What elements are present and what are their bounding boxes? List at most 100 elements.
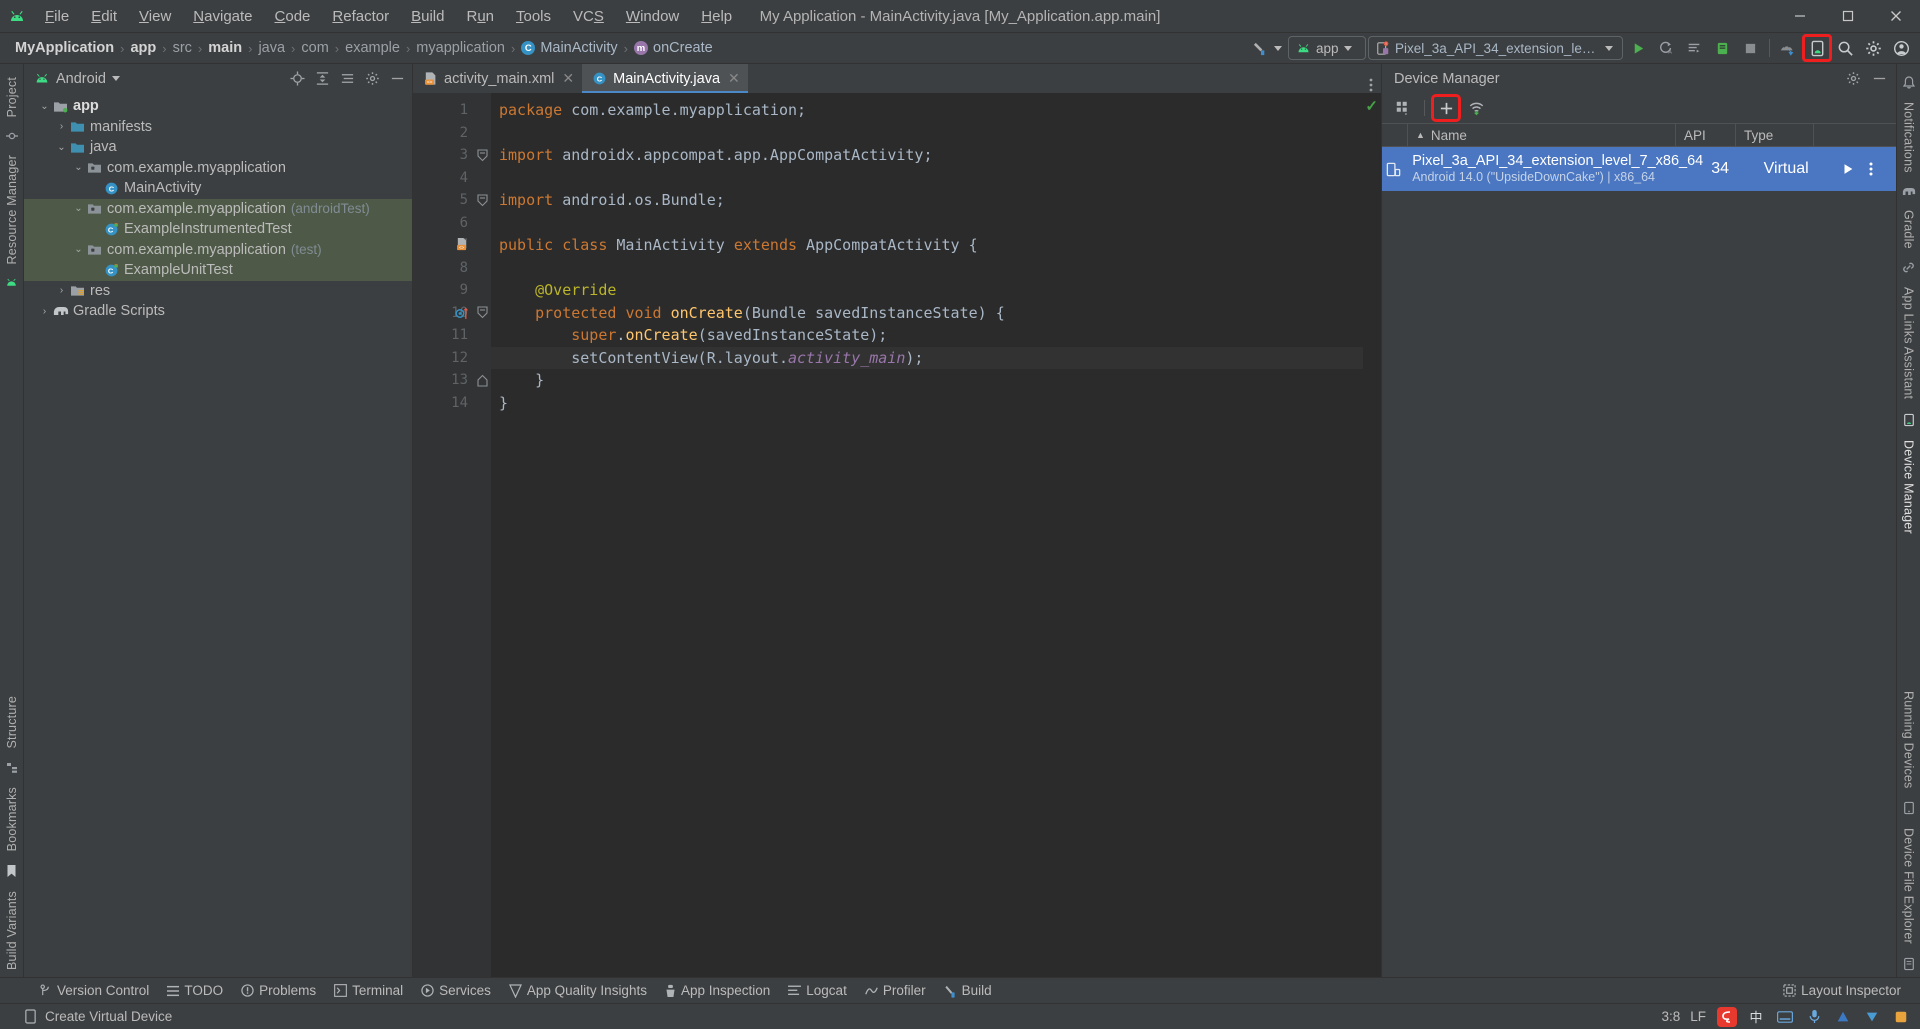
device-manager-hide-button[interactable] bbox=[1868, 69, 1890, 89]
chevron-down-icon[interactable]: ⌄ bbox=[37, 101, 52, 112]
rail-item-build-variants[interactable]: Build Variants bbox=[2, 884, 22, 977]
menu-item-window[interactable]: Window bbox=[615, 5, 690, 28]
add-device-button[interactable] bbox=[1431, 94, 1461, 122]
rail-item-app-links-assistant[interactable]: App Links Assistant bbox=[1899, 280, 1919, 406]
breadcrumb-item-oncreate[interactable]: m onCreate bbox=[629, 38, 718, 58]
tree-node-com-example-myapplication[interactable]: ⌄ com.example.myapplication (test) bbox=[24, 239, 412, 260]
breadcrumb-item-src[interactable]: src bbox=[168, 38, 197, 58]
device-table-header-name[interactable]: ▲ Name bbox=[1408, 123, 1676, 147]
project-settings-button[interactable] bbox=[361, 69, 383, 89]
hide-panel-button[interactable] bbox=[386, 69, 408, 89]
notifications-bell-icon[interactable] bbox=[1902, 70, 1915, 95]
expand-all-button[interactable] bbox=[311, 69, 333, 89]
breadcrumb-item-com[interactable]: com bbox=[296, 38, 333, 58]
app-links-icon[interactable] bbox=[1902, 255, 1915, 280]
stop-button[interactable] bbox=[1737, 36, 1763, 60]
tree-node-exampleinstrumentedtest[interactable]: C ExampleInstrumentedTest bbox=[24, 219, 412, 240]
rail-item-device-file-explorer[interactable]: Device File Explorer bbox=[1899, 821, 1919, 951]
account-button[interactable] bbox=[1888, 36, 1914, 60]
chevron-down-icon[interactable]: ⌄ bbox=[71, 203, 86, 214]
profile-button[interactable] bbox=[1709, 36, 1735, 60]
breadcrumb-item-myapplication[interactable]: MyApplication bbox=[10, 38, 119, 58]
caret-position[interactable]: 3:8 bbox=[1661, 1009, 1680, 1024]
breadcrumb-item-mainactivity[interactable]: C MainActivity bbox=[516, 38, 622, 58]
menu-item-help[interactable]: Help bbox=[690, 5, 743, 28]
tree-node-manifests[interactable]: › manifests bbox=[24, 117, 412, 138]
structure-icon[interactable] bbox=[6, 756, 18, 780]
tree-node-com-example-myapplication[interactable]: ⌄ com.example.myapplication (androidTest) bbox=[24, 198, 412, 219]
ime-chinese-icon[interactable]: 中 bbox=[1745, 1006, 1767, 1028]
menu-item-file[interactable]: File bbox=[34, 5, 80, 28]
bottom-item-build[interactable]: Build bbox=[935, 980, 1001, 1001]
bottom-item-terminal[interactable]: Terminal bbox=[325, 980, 412, 1001]
launch-device-button[interactable] bbox=[1841, 162, 1855, 176]
gradle-elephant-icon[interactable] bbox=[1902, 180, 1916, 203]
editor-tab-mainactivity-java[interactable]: C MainActivity.java ✕ bbox=[582, 64, 748, 93]
device-category-button[interactable] bbox=[1390, 96, 1416, 120]
ime-tray-1-icon[interactable] bbox=[1861, 1006, 1883, 1028]
rail-item-notifications[interactable]: Notifications bbox=[1899, 95, 1919, 180]
select-opened-file-button[interactable] bbox=[286, 69, 308, 89]
settings-button[interactable] bbox=[1860, 36, 1886, 60]
chevron-right-icon[interactable]: › bbox=[54, 121, 69, 132]
tree-node-com-example-myapplication[interactable]: ⌄ com.example.myapplication bbox=[24, 158, 412, 179]
menu-item-navigate[interactable]: Navigate bbox=[182, 5, 263, 28]
bottom-item-todo[interactable]: TODO bbox=[158, 980, 232, 1001]
tree-node-mainactivity[interactable]: C MainActivity bbox=[24, 178, 412, 199]
bottom-item-version-control[interactable]: Version Control bbox=[30, 980, 158, 1001]
table-row[interactable]: Pixel_3a_API_34_extension_level_7_x86_64… bbox=[1382, 147, 1896, 191]
run-with-coverage-button[interactable] bbox=[1681, 36, 1707, 60]
search-button[interactable] bbox=[1832, 36, 1858, 60]
menu-item-tools[interactable]: Tools bbox=[505, 5, 562, 28]
pair-wifi-button[interactable] bbox=[1463, 96, 1489, 120]
run-button[interactable] bbox=[1625, 36, 1651, 60]
device-manager-settings-button[interactable] bbox=[1842, 69, 1864, 89]
project-view-selector-label[interactable]: Android bbox=[56, 71, 106, 87]
bottom-item-services[interactable]: Services bbox=[412, 980, 500, 1001]
inspection-widget[interactable]: ✓ bbox=[1363, 93, 1381, 977]
rail-item-device-manager[interactable]: Device Manager bbox=[1899, 433, 1919, 541]
overflow-menu-button[interactable] bbox=[1869, 161, 1873, 177]
tree-node-gradle-scripts[interactable]: › Gradle Scripts bbox=[24, 301, 412, 322]
chevron-down-icon[interactable] bbox=[111, 76, 120, 81]
chevron-down-icon[interactable]: ⌄ bbox=[71, 162, 86, 173]
menu-item-refactor[interactable]: Refactor bbox=[321, 5, 400, 28]
close-tab-icon[interactable]: ✕ bbox=[562, 70, 574, 87]
fold-marker[interactable] bbox=[473, 189, 491, 212]
ime-keyboard-icon[interactable] bbox=[1774, 1006, 1796, 1028]
collapse-all-button[interactable] bbox=[336, 69, 358, 89]
breadcrumb-item-example[interactable]: example bbox=[340, 38, 405, 58]
code-content[interactable]: package com.example.myapplication; impor… bbox=[491, 93, 1363, 977]
bottom-item-problems[interactable]: Problems bbox=[232, 980, 325, 1001]
code-editor[interactable]: 1234567<>891011121314 package com.exampl… bbox=[413, 93, 1381, 977]
tree-node-app[interactable]: ⌄ app bbox=[24, 96, 412, 117]
fold-marker[interactable] bbox=[473, 369, 491, 392]
ime-logo-icon[interactable] bbox=[1716, 1006, 1738, 1028]
chevron-down-icon[interactable]: ⌄ bbox=[71, 244, 86, 255]
tree-node-exampleunittest[interactable]: C ExampleUnitTest bbox=[24, 260, 412, 281]
close-button[interactable] bbox=[1872, 0, 1920, 33]
maximize-button[interactable] bbox=[1824, 0, 1872, 33]
module-selector[interactable]: app bbox=[1288, 36, 1366, 60]
device-manager-button[interactable] bbox=[1802, 34, 1832, 62]
device-file-explorer-icon[interactable] bbox=[1903, 951, 1915, 977]
ime-mic-icon[interactable] bbox=[1803, 1006, 1825, 1028]
breadcrumb-item-app[interactable]: app bbox=[125, 38, 161, 58]
breadcrumb-item-main[interactable]: main bbox=[203, 38, 247, 58]
bottom-item-profiler[interactable]: Profiler bbox=[856, 980, 935, 1001]
breadcrumb-item-java[interactable]: java bbox=[253, 38, 290, 58]
fold-marker[interactable] bbox=[473, 144, 491, 167]
chevron-down-icon[interactable]: ⌄ bbox=[54, 142, 69, 153]
bottom-item-logcat[interactable]: Logcat bbox=[779, 980, 856, 1001]
rail-item-resource-manager[interactable]: Resource Manager bbox=[2, 148, 22, 272]
menu-item-vcs[interactable]: VCS bbox=[562, 5, 615, 28]
line-separator[interactable]: LF bbox=[1690, 1009, 1706, 1024]
bookmark-icon[interactable] bbox=[6, 858, 17, 884]
running-devices-icon[interactable] bbox=[1903, 795, 1915, 821]
rail-item-structure[interactable]: Structure bbox=[2, 689, 22, 756]
bottom-item-layout-inspector[interactable]: Layout Inspector bbox=[1774, 980, 1910, 1001]
minimize-button[interactable] bbox=[1776, 0, 1824, 33]
device-selector[interactable]: ! Pixel_3a_API_34_extension_level_7… bbox=[1368, 36, 1623, 60]
menu-item-view[interactable]: View bbox=[128, 5, 182, 28]
close-tab-icon[interactable]: ✕ bbox=[728, 70, 740, 87]
